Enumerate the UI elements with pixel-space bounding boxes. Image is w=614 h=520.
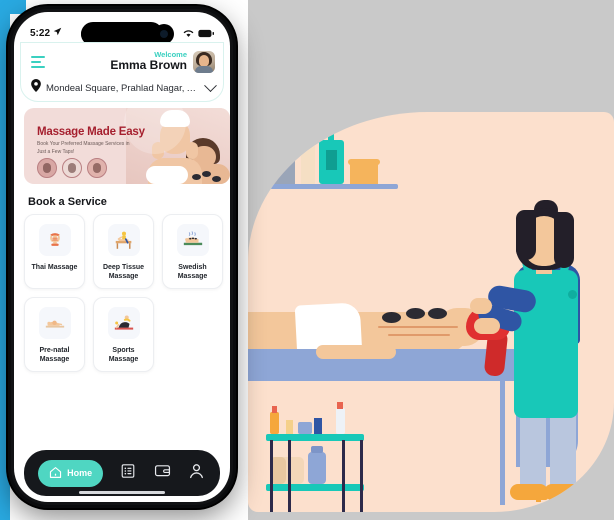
- hamburger-menu-icon[interactable]: [31, 56, 45, 68]
- client-back-line-2: [388, 334, 450, 336]
- phone-screen: 5:22 Welcome Emma Brown Mondeal Square, …: [14, 12, 230, 502]
- shelf-bottle-cream-cap: [305, 138, 312, 146]
- trolley-bottle-cream: [286, 420, 293, 434]
- trolley-leg: [342, 440, 345, 512]
- shelf-bottle-teal-label: [326, 150, 337, 170]
- wifi-icon: [183, 29, 194, 38]
- therapist-pant-right: [550, 412, 576, 490]
- service-label: Deep Tissue Massage: [102, 264, 145, 281]
- top-left-blue-marker: [0, 0, 26, 14]
- status-time: 5:22: [30, 27, 51, 39]
- app-header: Welcome Emma Brown Mondeal Square, Prahl…: [20, 42, 224, 102]
- therapist-hand-lower: [474, 318, 500, 334]
- nav-item-profile[interactable]: [188, 463, 206, 484]
- shelf-jar-orange: [350, 163, 378, 184]
- massage-table-leg: [500, 380, 505, 505]
- sports-massage-icon: [107, 307, 140, 339]
- chevron-down-icon[interactable]: [204, 78, 217, 92]
- shelf-bottle-cream: [301, 144, 315, 184]
- trolley-bottle-white-cap: [337, 402, 343, 409]
- service-card-sports-massage[interactable]: Sports Massage: [93, 297, 154, 372]
- pre-natal-massage-icon: [38, 307, 71, 339]
- service-label: Swedish Massage: [177, 264, 208, 281]
- massage-oil-icon: [62, 158, 82, 178]
- trolley-top-shelf: [266, 434, 364, 441]
- promo-carousel[interactable]: Massage Made Easy Book Your Preferred Ma…: [14, 108, 230, 186]
- service-card-deep-tissue-massage[interactable]: Deep Tissue Massage: [93, 214, 154, 289]
- home-content: Massage Made Easy Book Your Preferred Ma…: [14, 104, 230, 454]
- trolley-leg: [270, 440, 273, 512]
- therapist-hair-back: [554, 212, 574, 268]
- client-back-line-1: [378, 326, 458, 328]
- therapist-shoe-left: [510, 484, 548, 500]
- nav-item-home[interactable]: Home: [38, 459, 104, 487]
- trolley-leg: [288, 440, 291, 512]
- promo-banner-subtitle: Book Your Preferred Massage Services in …: [37, 141, 130, 155]
- location-arrow-icon: [53, 27, 62, 39]
- service-card-thai-massage[interactable]: Thai Massage: [24, 214, 85, 289]
- header-row: Welcome Emma Brown: [21, 47, 225, 77]
- location-pin-icon: [31, 79, 41, 97]
- bookings-list-icon: [120, 463, 136, 484]
- user-name: Emma Brown: [110, 58, 187, 73]
- service-label: Sports Massage: [108, 347, 139, 364]
- location-selector[interactable]: Mondeal Square, Prahlad Nagar, Ahme...: [21, 75, 225, 101]
- avatar[interactable]: [193, 50, 215, 73]
- swedish-massage-icon: [176, 224, 209, 256]
- phone-mockup: 5:22 Welcome Emma Brown Mondeal Square, …: [8, 6, 236, 508]
- service-grid: Thai Massage Deep Tissue Massage Swedish…: [24, 214, 224, 372]
- client-arm: [316, 345, 396, 359]
- service-card-swedish-massage[interactable]: Swedish Massage: [162, 214, 223, 289]
- illustration-blob: [248, 112, 614, 512]
- profile-person-icon: [189, 463, 204, 484]
- massage-thumb-icon: [37, 158, 57, 178]
- trolley-bottle-orange: [270, 412, 279, 434]
- home-indicator[interactable]: [79, 491, 165, 494]
- deep-tissue-massage-icon: [107, 224, 140, 256]
- trolley-bottle-white: [336, 408, 345, 434]
- location-address: Mondeal Square, Prahlad Nagar, Ahme...: [46, 82, 201, 94]
- trolley-bottom-shelf: [266, 484, 364, 491]
- therapist-pant-left: [520, 412, 546, 490]
- promo-banner-icons: [37, 158, 107, 178]
- hot-stone-massage-illustration: [248, 112, 614, 512]
- service-label: Thai Massage: [31, 264, 78, 271]
- trolley-jar: [308, 452, 326, 484]
- shelf-bottle-teal-neck: [328, 129, 334, 141]
- nav-item-wallet[interactable]: [154, 464, 172, 482]
- user-greeting[interactable]: Welcome Emma Brown: [110, 50, 215, 73]
- wallet-icon: [154, 463, 171, 483]
- promo-banner[interactable]: Massage Made Easy Book Your Preferred Ma…: [24, 108, 230, 184]
- nav-label-home: Home: [67, 468, 93, 478]
- thai-massage-icon: [38, 224, 71, 256]
- battery-icon: [198, 29, 214, 38]
- therapist-hand-upper: [470, 298, 492, 314]
- therapist-hair-front: [516, 210, 536, 260]
- trolley-bottle-orange-cap: [272, 406, 277, 413]
- screenshot-stage: 5:22 Welcome Emma Brown Mondeal Square, …: [0, 0, 614, 520]
- section-title: Book a Service: [28, 196, 107, 208]
- service-card-pre-natal-massage[interactable]: Pre-natal Massage: [24, 297, 85, 372]
- trolley-box-blue: [298, 422, 312, 434]
- home-icon: [49, 466, 62, 481]
- massage-hands-icon: [87, 158, 107, 178]
- hot-stone: [382, 312, 401, 323]
- nav-item-bookings[interactable]: [119, 463, 137, 484]
- wall-shelf: [270, 184, 398, 189]
- shelf-bottle-teal-pump: [318, 125, 336, 130]
- trolley-bottle-navy: [314, 418, 322, 434]
- trolley-jar-lid: [311, 446, 323, 453]
- hot-stone: [428, 308, 447, 319]
- bottom-navigation: Home: [24, 450, 220, 496]
- therapist-shoe-right: [544, 484, 582, 500]
- hot-stone: [406, 308, 425, 319]
- service-label: Pre-natal Massage: [39, 347, 70, 364]
- shelf-jar-orange-lid: [348, 159, 380, 165]
- trolley-leg: [360, 440, 363, 512]
- promo-banner-title: Massage Made Easy: [37, 126, 145, 138]
- therapist-apron-pocket: [568, 290, 577, 299]
- shelf-box-grey: [273, 159, 295, 184]
